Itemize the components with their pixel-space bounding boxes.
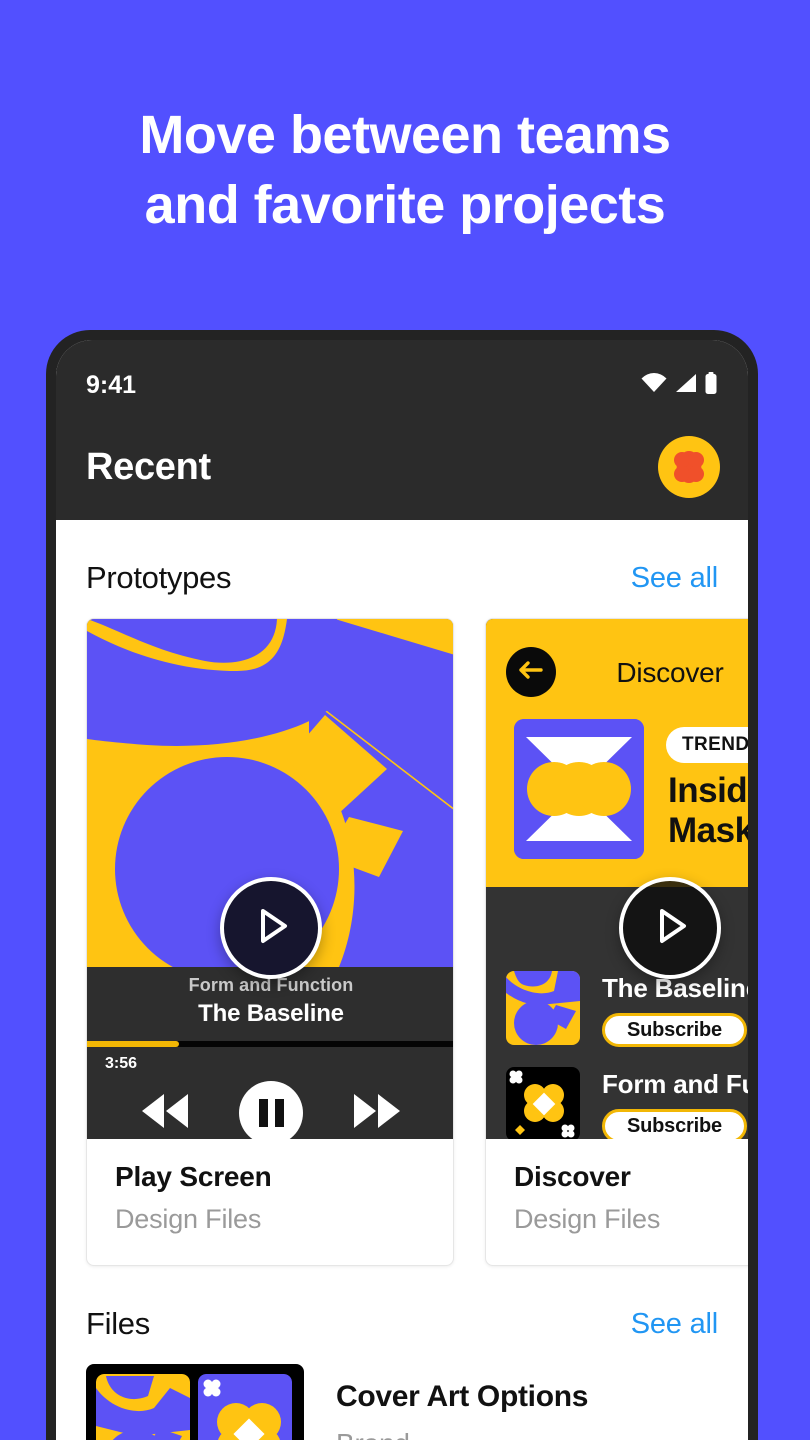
episode-title-line-1: Inside — [668, 771, 748, 810]
page-headline: Move between teams and favorite projects — [0, 100, 810, 240]
play-icon — [647, 903, 693, 954]
headline-line-2: and favorite projects — [144, 175, 666, 235]
prototype-card-play-screen[interactable]: Form and Function The Baseline 3:56 Play… — [86, 618, 454, 1266]
prototype-thumbnail: The Baseline Subscribe Form and F Subscr… — [486, 619, 748, 1139]
fast-forward-icon[interactable] — [351, 1092, 403, 1135]
player-controls-bar: 3:56 — [87, 1047, 453, 1139]
prototype-name: Play Screen — [115, 1161, 272, 1192]
podcast-info: The Baseline Subscribe — [602, 971, 748, 1047]
prototype-card-discover[interactable]: The Baseline Subscribe Form and F Subscr… — [485, 618, 748, 1266]
file-thumbnail-pane-right — [198, 1374, 292, 1440]
prototype-name: Discover — [514, 1161, 631, 1192]
file-thumbnail-pane-left — [96, 1374, 190, 1440]
cellular-icon — [674, 373, 697, 398]
trending-badge: TRENDING — [666, 727, 748, 763]
section-title: Prototypes — [86, 560, 232, 595]
podcast-name: Form and Function — [602, 1069, 748, 1099]
prototype-meta: Discover Design Files — [486, 1139, 748, 1265]
transport-controls — [87, 1081, 453, 1139]
pause-button[interactable] — [239, 1081, 303, 1139]
section-header-prototypes: Prototypes See all — [56, 520, 748, 618]
episode-title-line-2: Masks — [668, 811, 748, 850]
headline-line-1: Move between teams — [139, 105, 671, 165]
battery-icon — [704, 371, 718, 399]
play-button-overlay[interactable] — [220, 877, 322, 979]
file-info: Cover Art Options Brand — [336, 1364, 588, 1440]
subscribe-button[interactable]: Subscribe — [602, 1109, 747, 1139]
discover-title: Discover — [616, 657, 724, 688]
status-bar: 9:41 — [56, 340, 748, 414]
status-bar-clock: 9:41 — [86, 370, 137, 399]
clover-icon — [669, 447, 709, 492]
avatar[interactable] — [658, 436, 720, 498]
prototype-subtitle: Design Files — [514, 1204, 661, 1234]
file-subtitle: Brand — [336, 1428, 588, 1440]
elapsed-time: 3:56 — [105, 1055, 138, 1072]
episode-title: Inside Masks — [668, 771, 748, 851]
app-bar: Recent — [56, 414, 748, 520]
file-name: Cover Art Options — [336, 1380, 589, 1413]
prototype-meta: Play Screen Design Files — [87, 1139, 453, 1265]
prototypes-row: Form and Function The Baseline 3:56 Play… — [56, 618, 748, 1266]
podcast-cover-icon — [506, 971, 580, 1045]
phone-frame: 9:41 Recent Prototypes See all Form and … — [46, 330, 758, 1440]
podcast-row[interactable]: The Baseline Subscribe — [506, 971, 748, 1047]
see-all-link-files[interactable]: See all — [631, 1308, 718, 1341]
podcast-row[interactable]: Form and Function Subscribe — [506, 1067, 748, 1139]
section-header-files: Files See all — [56, 1266, 748, 1364]
pause-icon-bar-right — [274, 1099, 284, 1127]
see-all-link-prototypes[interactable]: See all — [631, 562, 718, 595]
file-thumbnail — [86, 1364, 304, 1440]
now-playing-track: The Baseline — [198, 1000, 344, 1027]
play-icon — [248, 903, 294, 954]
rewind-icon[interactable] — [139, 1092, 191, 1135]
status-bar-icons — [641, 371, 718, 399]
prototype-thumbnail: Form and Function The Baseline 3:56 — [87, 619, 453, 1139]
prototype-subtitle: Design Files — [115, 1204, 262, 1234]
podcast-info: Form and Function Subscribe — [602, 1067, 748, 1139]
episode-cover-art — [514, 719, 644, 859]
phone-screen: 9:41 Recent Prototypes See all Form and … — [56, 340, 748, 1440]
discover-header-panel: Discover TRENDING Inside — [486, 619, 748, 887]
section-title: Files — [86, 1306, 150, 1341]
pause-icon-bar-left — [258, 1099, 268, 1127]
podcast-cover-icon — [506, 1067, 580, 1139]
play-button-overlay[interactable] — [619, 877, 721, 979]
subscribe-button[interactable]: Subscribe — [602, 1013, 747, 1047]
wifi-icon — [641, 372, 667, 398]
page-title: Recent — [86, 445, 211, 488]
file-list-item[interactable]: Cover Art Options Brand — [56, 1364, 748, 1440]
